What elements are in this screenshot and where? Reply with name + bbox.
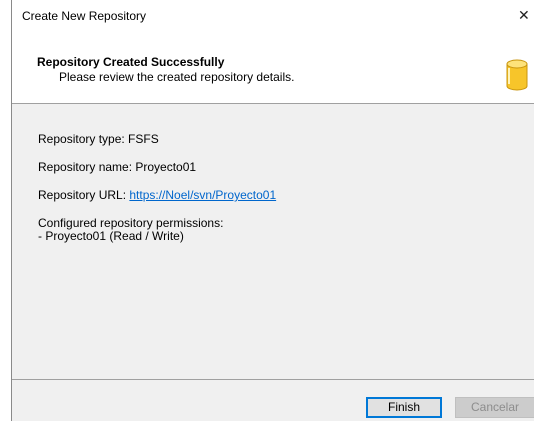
repository-url-link[interactable]: https://Noel/svn/Proyecto01 (129, 188, 276, 202)
header-title: Repository Created Successfully (37, 55, 225, 69)
window-title: Create New Repository (22, 9, 147, 23)
wizard-header: Repository Created Successfully Please r… (12, 46, 534, 103)
button-bar: Finish Cancelar (12, 380, 534, 421)
close-icon[interactable]: ✕ (518, 6, 532, 24)
repository-url-row: Repository URL: https://Noel/svn/Proyect… (38, 188, 276, 202)
finish-button[interactable]: Finish (366, 397, 442, 418)
cancel-button[interactable]: Cancelar (455, 397, 534, 418)
database-icon (506, 59, 528, 91)
permissions-item: - Proyecto01 (Read / Write) (38, 229, 184, 243)
repository-name-text: Repository name: Proyecto01 (38, 160, 197, 174)
permissions-label: Configured repository permissions: (38, 216, 224, 230)
header-subtitle: Please review the created repository det… (59, 70, 295, 84)
create-repository-dialog: Create New Repository ✕ Repository Creat… (11, 0, 534, 421)
repository-url-label: Repository URL: (38, 188, 130, 202)
details-panel: Repository type: FSFS Repository name: P… (12, 104, 534, 379)
title-bar[interactable]: Create New Repository ✕ (12, 0, 534, 32)
repository-type-text: Repository type: FSFS (38, 132, 159, 146)
